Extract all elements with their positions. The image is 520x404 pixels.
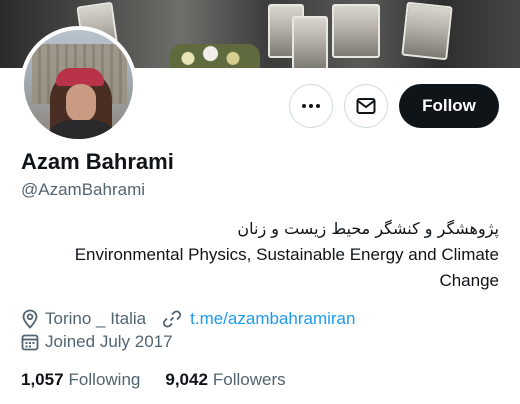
message-button[interactable] (344, 84, 388, 128)
follow-button[interactable]: Follow (399, 84, 499, 128)
more-button[interactable] (289, 84, 333, 128)
avatar[interactable] (20, 26, 137, 143)
bio-persian: پژوهشگر و کنشگر محیط زیست و زنان (237, 219, 499, 238)
banner-flowers (170, 44, 260, 68)
profile-location: Torino _ Italia (45, 309, 147, 328)
mail-icon (356, 98, 376, 114)
followers-count: 9,042 (165, 370, 208, 389)
profile-meta-row: Torino _ Italia t.me/azambahramiran (21, 309, 355, 329)
banner-photo (332, 4, 380, 58)
followers-link[interactable]: 9,042 Followers (165, 370, 285, 390)
following-label: Following (68, 370, 141, 389)
link-icon (163, 310, 182, 328)
calendar-icon (21, 334, 39, 351)
banner-photo (401, 1, 453, 61)
profile-stats: 1,057 Following 9,042 Followers (21, 370, 311, 390)
profile-handle: @AzamBahrami (21, 180, 146, 199)
more-horizontal-icon (302, 104, 320, 108)
profile-website[interactable]: t.me/azambahramiran (162, 309, 355, 329)
bio-english-line-1: Environmental Physics, Sustainable Energ… (74, 245, 499, 264)
profile-name: Azam Bahrami (21, 149, 174, 174)
following-link[interactable]: 1,057 Following (21, 370, 140, 390)
bio-english-line-2: Change (439, 271, 499, 290)
profile-joined-row: Joined July 2017 (21, 332, 173, 352)
banner-photo (292, 16, 328, 68)
profile-bio: پژوهشگر و کنشگر محیط زیست و زنان Environ… (29, 216, 499, 294)
website-link[interactable]: t.me/azambahramiran (190, 309, 355, 329)
followers-label: Followers (212, 370, 286, 389)
profile-joined-date: Joined July 2017 (45, 332, 173, 351)
location-pin-icon (22, 309, 38, 329)
following-count: 1,057 (21, 370, 64, 389)
